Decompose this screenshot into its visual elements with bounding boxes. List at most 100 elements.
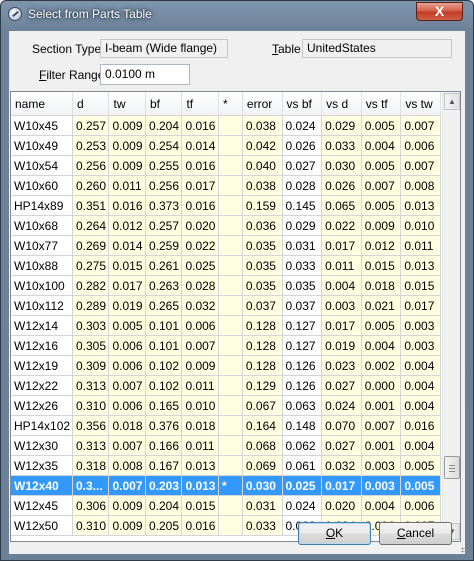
parts-table[interactable]: name d tw bf tf * error vs bf vs d vs tf vs tw W10… [10,91,461,542]
table-cell: 0.061 [282,455,323,476]
table-cell: 0.013 [400,195,441,216]
table-cell [218,235,243,256]
table-row[interactable]: HP14x89 0.351 0.016 0.373 0.016 0.159 0.145 0.0… [11,195,441,216]
table-cell: 0.310 [72,515,110,536]
table-cell: 0.009 [181,355,219,376]
table-cell: 0.005 [400,455,441,476]
close-button[interactable]: X [416,2,463,21]
part-name-cell: W12x26 [11,395,73,416]
table-cell: 0.003 [361,475,402,496]
table-cell: 0.008 [108,455,146,476]
table-cell: 0.014 [108,235,146,256]
table-cell: 0.007 [361,415,402,436]
table-row[interactable]: W12x22 0.313 0.007 0.102 0.011 0.129 0.126 0.02… [11,375,441,396]
table-cell: 0.009 [108,115,146,136]
table-cell: 0.013 [400,255,441,276]
table-cell: 0.068 [242,435,283,456]
table-cell: 0.037 [282,295,323,316]
table-cell [218,355,243,376]
table-cell: 0.257 [145,215,183,236]
table-cell: 0.017 [181,175,219,196]
table-row[interactable]: W10x112 0.289 0.019 0.265 0.032 0.037 0.037 0.0… [11,295,441,316]
table-cell: 0.006 [108,395,146,416]
table-row[interactable]: W10x77 0.269 0.014 0.259 0.022 0.035 0.031 0.01… [11,235,441,256]
table-row[interactable]: W12x500.3100.0090.2050.0160.0330.0230.02… [11,515,441,536]
table-cell: 0.282 [72,275,110,296]
column-header[interactable]: vs d [321,92,362,116]
table-cell: 0.005 [361,115,402,136]
table-row[interactable]: W12x16 0.305 0.006 0.101 0.007 0.128 0.127 0.01… [11,335,441,356]
table-cell: 0.126 [282,355,323,376]
table-row[interactable]: HP14x102 0.356 0.018 0.376 0.018 0.164 0.148 0.… [11,415,441,436]
table-cell: 0.007 [361,175,402,196]
table-cell: 0.021 [361,295,402,316]
part-name-cell: W12x35 [11,455,73,476]
table-row[interactable]: W12x26 0.310 0.006 0.165 0.010 0.067 0.063 0.02… [11,395,441,416]
scroll-thumb[interactable] [444,456,460,479]
table-cell: 0.015 [400,275,441,296]
table-cell: 0.007 [400,115,441,136]
column-header[interactable]: tw [108,92,146,116]
table-cell: 0.145 [282,195,323,216]
cancel-button[interactable]: Cancel [379,522,452,545]
table-cell: 0.011 [181,435,219,456]
table-row[interactable]: W10x60 0.260 0.011 0.256 0.017 0.038 0.028 0.02… [11,175,441,196]
column-header[interactable]: error [242,92,283,116]
table-row[interactable]: W12x19 0.309 0.006 0.102 0.009 0.128 0.126 0.02… [11,355,441,376]
part-name-cell: W10x112 [11,295,73,316]
table-cell [218,375,243,396]
table-row[interactable]: W10x88 0.275 0.015 0.261 0.025 0.035 0.033 0.01… [11,255,441,276]
filter-range-input[interactable]: 0.0100 m [100,64,190,85]
table-cell: 0.013 [181,455,219,476]
resize-grip-icon[interactable] [461,547,467,553]
column-header[interactable]: * [218,92,243,116]
column-header[interactable]: vs bf [282,92,323,116]
table-row[interactable]: W12x30 0.313 0.007 0.166 0.011 0.068 0.062 0.02… [11,435,441,456]
filter-range-label: Filter Range [39,68,105,82]
table-cell: 0.289 [72,295,110,316]
table-row[interactable]: W10x100 0.282 0.017 0.263 0.028 0.035 0.035 0.0… [11,275,441,296]
table-row[interactable]: W12x14 0.303 0.005 0.101 0.006 0.128 0.127 0.01… [11,315,441,336]
table-cell: 0.002 [361,355,402,376]
part-name-cell: W10x49 [11,135,73,156]
table-row[interactable]: W12x45 0.306 0.009 0.204 0.015 0.031 0.024 0.02… [11,495,441,516]
column-header[interactable]: tf [181,92,219,116]
part-name-cell: HP14x102 [11,415,73,436]
title-bar[interactable]: Select from Parts Table X [1,1,473,29]
table-row[interactable]: W10x68 0.264 0.012 0.257 0.020 0.036 0.029 0.02… [11,215,441,236]
table-row[interactable]: W10x54 0.256 0.009 0.255 0.016 0.040 0.027 0.03… [11,155,441,176]
column-header[interactable]: bf [145,92,183,116]
part-name-cell: W10x100 [11,275,73,296]
table-cell [218,395,243,416]
table-row[interactable]: W10x45 0.257 0.009 0.204 0.016 0.038 0.024 0.02… [11,115,441,136]
table-cell: 0.001 [361,395,402,416]
table-cell: 0.264 [72,215,110,236]
table-cell: 0.004 [321,275,362,296]
table-cell: 0.038 [242,175,283,196]
table-row[interactable]: W10x49 0.253 0.009 0.254 0.014 0.042 0.026 0.03… [11,135,441,156]
column-header[interactable]: vs tw [400,92,441,116]
table-row[interactable]: W12x40 0.3... 0.007 0.203 0.013 * 0.030 0.025 0.… [11,475,441,496]
table-cell: 0.254 [145,135,183,156]
table-cell: 0.012 [108,215,146,236]
thumb-grip-icon [449,465,455,472]
table-cell: 0.011 [108,175,146,196]
table-row[interactable]: W12x35 0.318 0.008 0.167 0.013 0.069 0.061 0.03… [11,455,441,476]
scroll-up-icon[interactable]: ▲ [444,93,460,110]
table-cell: 0.019 [108,295,146,316]
ok-button[interactable]: OK [298,522,371,545]
table-cell: 0.037 [242,295,283,316]
column-header[interactable]: d [72,92,110,116]
table-cell: 0.128 [242,335,283,356]
table-label: Table [272,42,301,56]
table-cell: 0.024 [282,115,323,136]
vertical-scrollbar[interactable]: ▲ ▼ [442,92,460,541]
column-header[interactable]: name [11,92,73,116]
table-cell: 0.031 [242,495,283,516]
column-header[interactable]: vs tf [361,92,402,116]
table-cell: 0.036 [242,215,283,236]
table-cell: 0.3... [72,475,110,496]
table-cell: 0.003 [361,455,402,476]
table-cell: 0.127 [282,335,323,356]
table-cell: 0.004 [361,135,402,156]
